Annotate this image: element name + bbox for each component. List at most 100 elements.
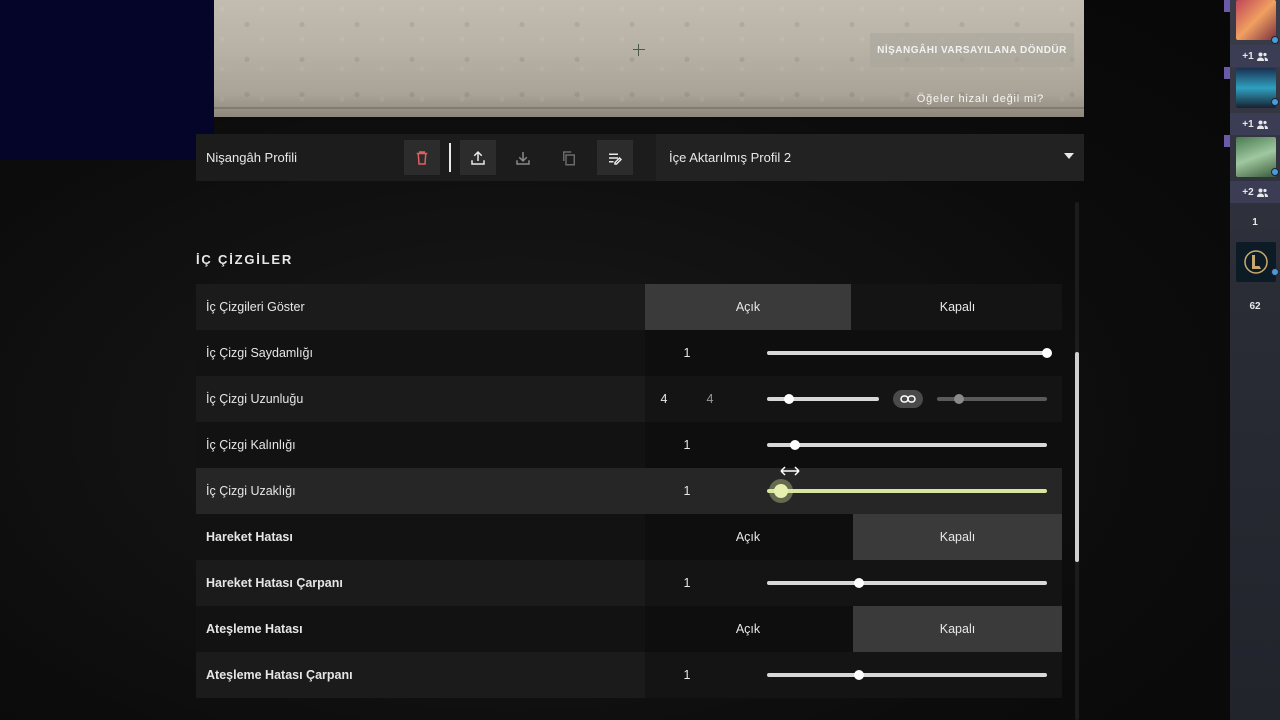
value-slider[interactable] <box>767 484 1047 498</box>
reset-crosshair-button[interactable]: NİŞANGÂHI VARSAYILANA DÖNDÜR <box>870 33 1074 67</box>
slider-thumb[interactable] <box>1042 348 1052 358</box>
setting-row-label-cell: Ateşleme Hatası <box>196 606 645 652</box>
overlay-block <box>0 0 214 160</box>
people-icon <box>1256 188 1268 197</box>
value-slider[interactable] <box>767 394 879 404</box>
slider-thumb[interactable] <box>854 578 865 588</box>
setting-row: Ateşleme Hatası Çarpanı 1 <box>196 652 1062 698</box>
setting-row-control-cell: Açık Kapalı <box>645 514 1062 560</box>
setting-row-label-cell: İç Çizgi Uzunluğu <box>196 376 645 422</box>
value-slider[interactable] <box>767 578 1047 588</box>
value-input[interactable]: 1 <box>675 652 699 698</box>
friend-avatar[interactable] <box>1236 0 1276 40</box>
setting-row-control-cell: 1 <box>645 652 1062 698</box>
slider-thumb[interactable] <box>854 670 865 680</box>
slider-track <box>767 673 1047 677</box>
setting-row: Hareket Hatası Çarpanı 1 <box>196 560 1062 606</box>
people-icon <box>1256 120 1268 129</box>
setting-label: Ateşleme Hatası Çarpanı <box>206 668 353 682</box>
toggle-off-option[interactable]: Kapalı <box>853 284 1062 330</box>
slider-thumb[interactable] <box>774 484 788 498</box>
slider-thumb[interactable] <box>790 440 800 450</box>
setting-row-control-cell: 1 <box>645 422 1062 468</box>
friend-avatar[interactable] <box>1236 68 1276 108</box>
setting-label: Hareket Hatası Çarpanı <box>206 576 343 590</box>
crosshair-settings-screen: NİŞANGÂHI VARSAYILANA DÖNDÜR Öğeler hiza… <box>0 0 1280 720</box>
setting-row: İç Çizgi Saydamlığı 1 <box>196 330 1062 376</box>
setting-row-control-cell: 44 <box>645 376 1062 422</box>
delete-profile-button[interactable] <box>404 140 440 175</box>
setting-row-control-cell: 1 <box>645 560 1062 606</box>
online-count[interactable]: 62 <box>1230 295 1280 317</box>
party-count-badge[interactable]: +1 <box>1230 45 1280 67</box>
lol-logo-icon <box>1244 250 1268 274</box>
value-input[interactable]: 1 <box>675 468 699 514</box>
value-input[interactable]: 1 <box>675 422 699 468</box>
toggle-on-option[interactable]: Açık <box>645 284 851 330</box>
setting-label: Ateşleme Hatası <box>206 622 303 636</box>
status-dot <box>1271 168 1279 176</box>
wall-texture <box>214 107 1084 109</box>
chevron-down-icon <box>1064 153 1074 159</box>
toggle-off-option[interactable]: Kapalı <box>853 606 1062 652</box>
import-profile-button[interactable] <box>505 140 541 175</box>
value-slider[interactable] <box>767 670 1047 680</box>
scrollbar-thumb[interactable] <box>1075 352 1079 562</box>
resize-cursor-icon <box>780 466 800 476</box>
slider-track <box>767 443 1047 447</box>
party-marker <box>1224 135 1230 147</box>
friends-count[interactable]: 1 <box>1230 211 1280 233</box>
setting-label: Hareket Hatası <box>206 530 293 544</box>
party-marker <box>1224 67 1230 79</box>
party-count: +1 <box>1242 118 1254 130</box>
party-count-badge[interactable]: +1 <box>1230 113 1280 135</box>
profile-dropdown-value: İçe Aktarılmış Profil 2 <box>669 150 792 165</box>
party-count: +2 <box>1242 186 1254 198</box>
online-count-value: 62 <box>1249 300 1261 312</box>
setting-row: İç Çizgi Kalınlığı 1 <box>196 422 1062 468</box>
edit-list-icon <box>609 153 623 165</box>
setting-row-control-cell: 1 <box>645 330 1062 376</box>
status-dot <box>1271 268 1279 276</box>
people-icon <box>1256 52 1268 61</box>
rename-profile-button[interactable] <box>597 140 633 175</box>
setting-row-control-cell: Açık Kapalı <box>645 284 1062 330</box>
setting-row-label-cell: İç Çizgi Saydamlığı <box>196 330 645 376</box>
setting-row: İç Çizgileri Göster Açık Kapalı <box>196 284 1062 330</box>
setting-row: Ateşleme Hatası Açık Kapalı <box>196 606 1062 652</box>
slider-track <box>767 489 1047 493</box>
value-slider[interactable] <box>937 394 1047 404</box>
league-of-legends-icon[interactable] <box>1236 242 1276 282</box>
party-count: +1 <box>1242 50 1254 62</box>
party-marker <box>1224 0 1230 12</box>
setting-row: İç Çizgi Uzunluğu 4 4 <box>196 376 1062 422</box>
slider-thumb[interactable] <box>954 394 964 404</box>
misaligned-elements-link[interactable]: Öğeler hizalı değil mi? <box>870 93 1044 105</box>
setting-label: İç Çizgi Uzaklığı <box>206 484 296 498</box>
value-slider[interactable] <box>767 440 1047 450</box>
copy-profile-button[interactable] <box>551 140 587 175</box>
toggle-off-option[interactable]: Kapalı <box>853 514 1062 560</box>
link-values-button[interactable] <box>893 390 923 408</box>
setting-label: İç Çizgi Kalınlığı <box>206 438 296 452</box>
profile-dropdown[interactable]: İçe Aktarılmış Profil 2 <box>656 134 1084 181</box>
friend-avatar[interactable] <box>1236 137 1276 177</box>
setting-label: İç Çizgi Uzunluğu <box>206 392 304 406</box>
length-value-input[interactable]: 4 <box>652 376 676 422</box>
slider-thumb[interactable] <box>784 394 795 404</box>
setting-row-label-cell: İç Çizgi Uzaklığı <box>196 468 645 514</box>
value-input[interactable]: 1 <box>675 330 699 376</box>
link-icon <box>900 395 916 403</box>
vertical-length-value-input[interactable]: 4 <box>698 376 722 422</box>
party-count-badge[interactable]: +2 <box>1230 181 1280 203</box>
social-sidebar <box>1230 0 1280 720</box>
toolbar-divider <box>449 143 451 172</box>
export-profile-button[interactable] <box>460 140 496 175</box>
crosshair-icon <box>633 44 645 56</box>
section-title: İÇ ÇİZGİLER <box>196 252 294 267</box>
value-slider[interactable] <box>767 348 1052 358</box>
toggle-on-option[interactable]: Açık <box>645 514 851 560</box>
setting-row-label-cell: İç Çizgi Kalınlığı <box>196 422 645 468</box>
value-input[interactable]: 1 <box>675 560 699 606</box>
toggle-on-option[interactable]: Açık <box>645 606 851 652</box>
